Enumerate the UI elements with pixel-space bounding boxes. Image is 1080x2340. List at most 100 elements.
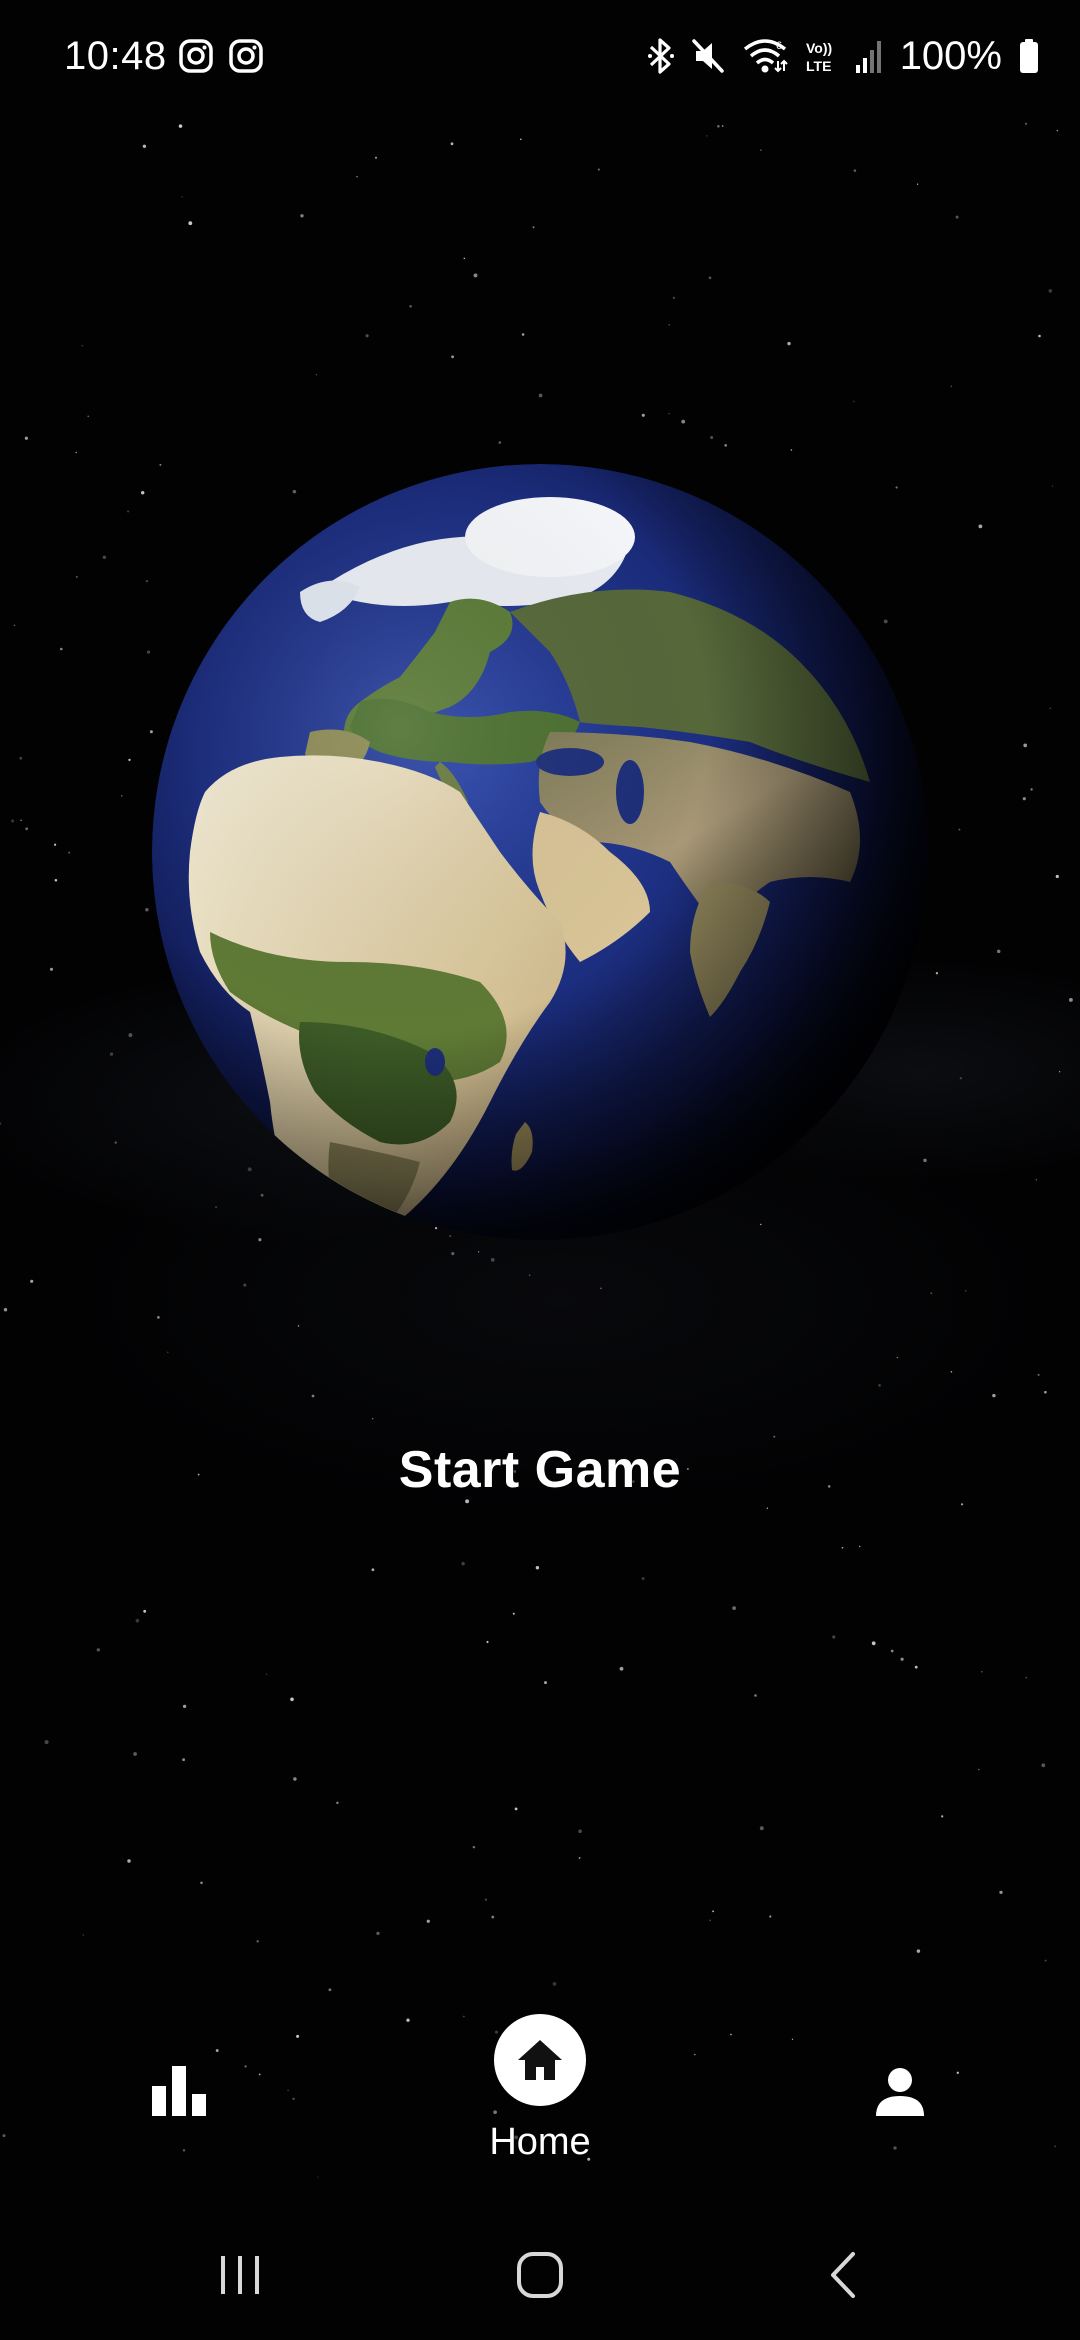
star [1055, 874, 1059, 879]
star [964, 1290, 967, 1292]
system-back-button[interactable] [784, 2230, 904, 2320]
system-home-button[interactable] [480, 2230, 600, 2320]
star [315, 373, 318, 376]
star [145, 907, 149, 912]
star [81, 344, 84, 347]
system-navigation-bar [0, 2200, 1080, 2340]
star [978, 524, 983, 529]
star [1049, 707, 1051, 709]
star [336, 1801, 339, 1805]
star [157, 1316, 160, 1319]
star [197, 1473, 200, 1476]
star [1051, 485, 1054, 487]
star [672, 296, 676, 300]
star [708, 276, 712, 280]
home-icon [518, 2040, 562, 2080]
star [992, 1393, 996, 1398]
star [13, 624, 16, 627]
star [76, 576, 78, 578]
star [724, 444, 728, 447]
star [890, 1649, 894, 1653]
star [773, 1435, 776, 1438]
star [365, 334, 369, 338]
instagram-icon [179, 39, 213, 73]
star [790, 449, 793, 451]
star [182, 1704, 187, 1709]
star [710, 435, 714, 440]
star [167, 1351, 169, 1354]
star [1068, 997, 1073, 1002]
star [841, 1546, 844, 1549]
star [11, 819, 15, 823]
star [668, 324, 670, 326]
star [200, 1881, 203, 1885]
star [832, 1635, 836, 1639]
star [1023, 743, 1028, 748]
star [300, 214, 304, 218]
volte-icon: Vo)) LTE [806, 40, 832, 74]
star [896, 1356, 898, 1359]
star [960, 1503, 964, 1506]
star [1044, 1390, 1047, 1394]
star [3, 1308, 8, 1312]
star [552, 1981, 557, 1986]
star [54, 878, 58, 882]
star [376, 1931, 380, 1936]
star [914, 1665, 918, 1669]
star [941, 1815, 944, 1818]
nav-item-profile[interactable] [820, 1990, 980, 2190]
game-home-screen: 10:48 6 Vo)) LTE 100% Start Game Home [0, 0, 1080, 2340]
star [409, 304, 412, 308]
star [87, 415, 90, 418]
star [759, 1826, 764, 1831]
star [827, 1485, 831, 1488]
star [472, 1845, 476, 1849]
recent-apps-icon [221, 2256, 259, 2294]
star [371, 1568, 375, 1572]
nav-item-stats[interactable] [100, 1990, 260, 2190]
star [265, 1673, 268, 1676]
star [769, 1915, 772, 1918]
star [451, 355, 455, 359]
star [486, 1640, 489, 1644]
nav-item-home[interactable]: Home [440, 1990, 640, 2190]
star [182, 1758, 186, 1762]
star [1035, 1179, 1037, 1181]
star [128, 1033, 133, 1038]
instagram-icon [229, 39, 263, 73]
start-game-button[interactable]: Start Game [340, 1420, 740, 1520]
star [30, 1279, 34, 1283]
star [858, 1545, 861, 1548]
star [60, 647, 63, 651]
star [461, 1562, 465, 1566]
star [1024, 122, 1028, 125]
star [473, 273, 478, 278]
star [1022, 797, 1026, 801]
status-time: 10:48 [64, 34, 167, 78]
star [290, 1697, 294, 1702]
star [521, 333, 525, 336]
star [127, 510, 130, 513]
star [787, 341, 791, 346]
star [959, 1077, 962, 1080]
star [528, 1274, 531, 1276]
star [916, 1949, 921, 1953]
star [1048, 289, 1053, 293]
star [1041, 1763, 1046, 1768]
star [114, 1141, 117, 1144]
star [538, 393, 543, 398]
star [143, 1609, 147, 1613]
bluetooth-icon [647, 38, 674, 74]
star [681, 419, 686, 424]
star [128, 758, 131, 762]
star [712, 1910, 715, 1913]
earth-globe-image [150, 462, 930, 1242]
star [996, 949, 1001, 954]
star [935, 972, 939, 975]
battery-percentage: 100% [899, 34, 1002, 78]
star [519, 138, 522, 141]
star [181, 196, 183, 198]
recent-apps-button[interactable] [180, 2230, 300, 2320]
star [145, 579, 149, 583]
home-outline-icon [517, 2252, 563, 2298]
